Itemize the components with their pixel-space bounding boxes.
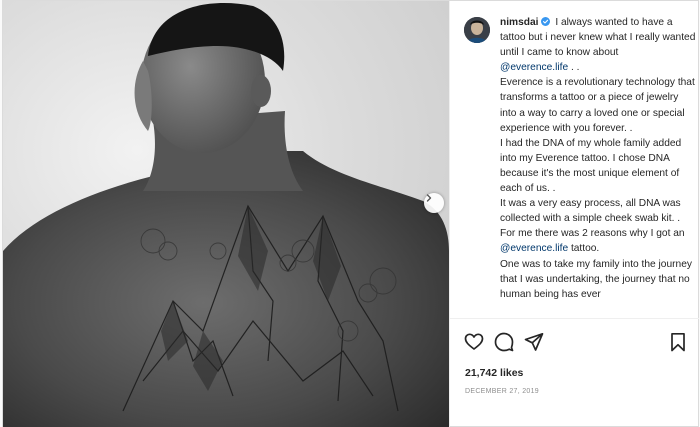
post-photo[interactable] [3,1,449,427]
page-background: nimsdai I always wanted to have a tattoo… [0,0,700,427]
bookmark-icon[interactable] [668,332,688,352]
post-date[interactable]: DECEMBER 27, 2019 [465,388,539,395]
mention-link[interactable]: @everence.life [500,243,568,254]
caption-dots: . . [568,62,580,74]
post-side-panel: nimsdai I always wanted to have a tattoo… [449,1,699,427]
caption-text: tattoo. [568,243,600,255]
avatar-image [464,17,490,43]
man-back-tattoo-photo [3,3,449,427]
caption-paragraph: I had the DNA of my whole family added i… [500,137,682,195]
share-icon[interactable] [524,332,544,352]
username-link[interactable]: nimsdai [500,17,539,28]
comment-icon[interactable] [494,332,514,352]
verified-badge-icon [540,17,550,26]
next-photo-button[interactable] [424,193,444,213]
caption-paragraph: One was to take my family into the journ… [500,258,692,300]
heart-icon[interactable] [464,332,484,352]
divider [450,318,699,319]
mention-link[interactable]: @everence.life [500,62,568,73]
instagram-post: nimsdai I always wanted to have a tattoo… [2,0,699,427]
post-actions [464,332,688,352]
chevron-right-icon [426,194,432,202]
like-count[interactable]: 21,742 likes [465,367,523,379]
caption-paragraph: It was a very easy process, all DNA was … [500,198,681,225]
caption-paragraph: Everence is a revolutionary technology t… [500,77,695,134]
caption-text: For me there was 2 reasons why I got an [500,228,685,240]
post-caption: nimsdai I always wanted to have a tattoo… [500,15,696,317]
avatar[interactable] [464,17,490,43]
